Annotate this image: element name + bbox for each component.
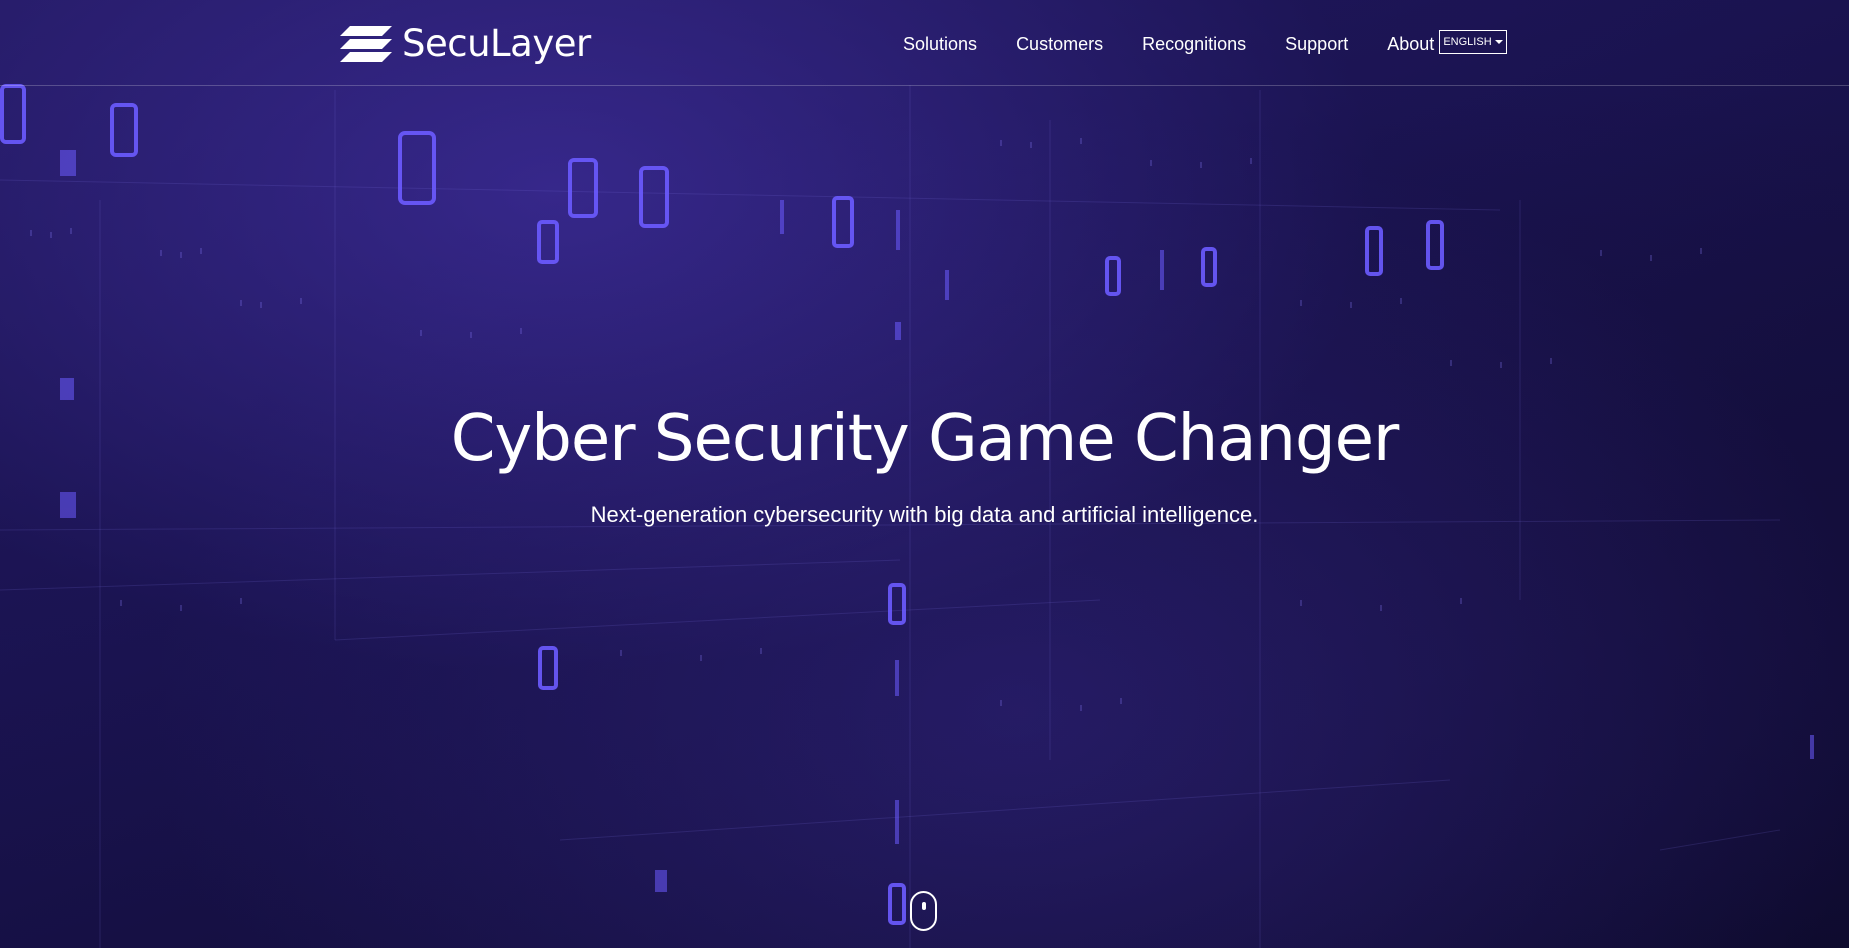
page: SecuLayer Solutions Customers Recognitio… — [0, 0, 1849, 948]
language-label: ENGLISH — [1443, 36, 1492, 48]
site-header: SecuLayer Solutions Customers Recognitio… — [0, 0, 1849, 86]
main-nav: Solutions Customers Recognitions Support… — [903, 34, 1473, 55]
language-dropdown[interactable]: ENGLISH — [1439, 30, 1507, 54]
scroll-wheel — [922, 902, 926, 910]
mouse-scroll-icon[interactable] — [910, 891, 937, 931]
nav-solutions[interactable]: Solutions — [903, 34, 977, 55]
caret-down-icon — [1494, 40, 1503, 44]
nav-recognitions[interactable]: Recognitions — [1142, 34, 1246, 55]
nav-customers[interactable]: Customers — [1016, 34, 1103, 55]
layers-icon — [340, 25, 392, 62]
nav-about[interactable]: About — [1387, 34, 1434, 55]
logo-text: SecuLayer — [402, 22, 591, 65]
hero-title: Cyber Security Game Changer — [450, 402, 1400, 476]
hero-subtitle: Next-generation cybersecurity with big d… — [590, 502, 1259, 527]
nav-support[interactable]: Support — [1285, 34, 1348, 55]
logo[interactable]: SecuLayer — [338, 22, 591, 65]
